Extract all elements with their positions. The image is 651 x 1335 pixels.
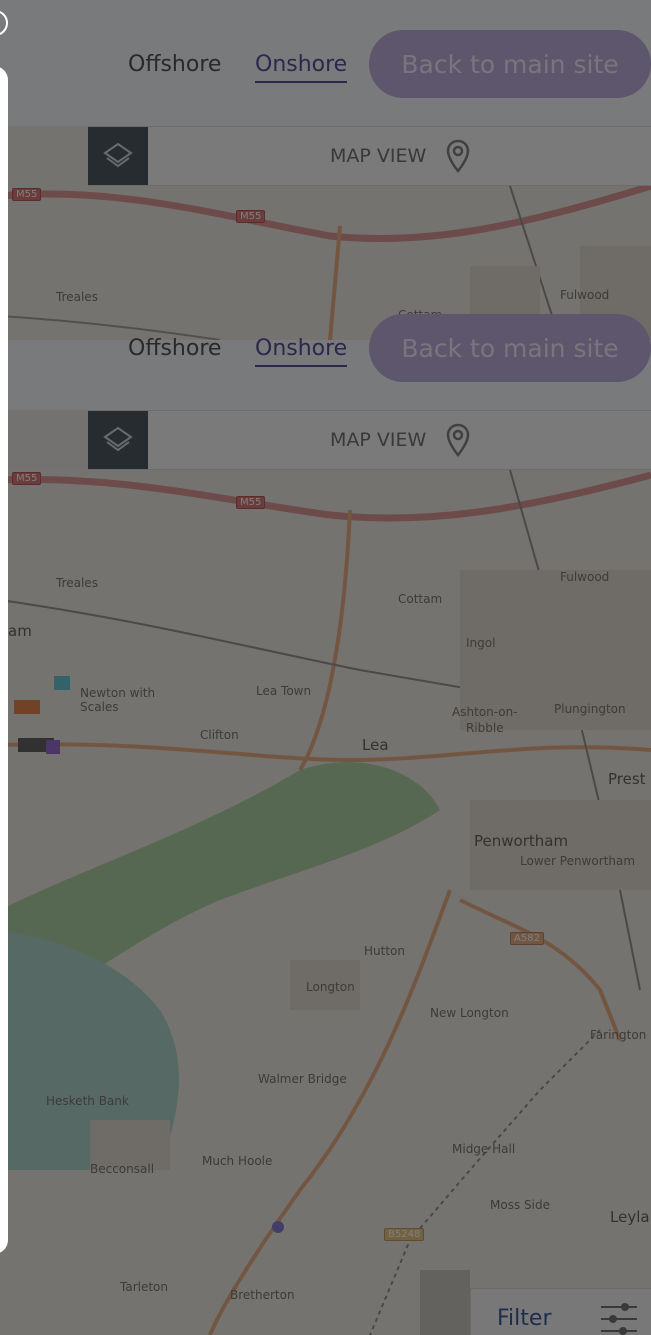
place-label: Tarleton <box>120 1280 168 1294</box>
map-pin-icon <box>446 139 470 173</box>
place-label: Prest <box>608 770 646 788</box>
place-label: Lea Town <box>256 684 312 698</box>
place-label: Plungington <box>554 702 626 716</box>
header-top: Offshore Onshore Back to main site <box>0 0 651 126</box>
road-label: M55 <box>12 188 42 201</box>
layers-icon <box>103 426 133 452</box>
place-label: Walmer Bridge <box>258 1072 347 1086</box>
place-label: Midge Hall <box>452 1142 516 1156</box>
road-label: A582 <box>510 932 544 945</box>
road-label: M55 <box>12 472 42 485</box>
place-label: Clifton <box>200 728 239 742</box>
back-to-main-site-button[interactable]: Back to main site <box>369 30 651 98</box>
nav-onshore[interactable]: Onshore <box>255 52 348 83</box>
place-label: Lower Penwortham <box>520 854 636 868</box>
place-label: Hutton <box>364 944 405 958</box>
place-label: Newton with Scales <box>80 686 156 714</box>
place-label: Leyla <box>610 1208 650 1226</box>
place-label: Moss Side <box>490 1198 550 1212</box>
place-label: Lea <box>362 736 389 754</box>
place-label: Becconsall <box>90 1162 155 1176</box>
map-main[interactable]: M55 M55 Treales Cottam Fulwood Ingol am … <box>0 470 651 1335</box>
place-label: Treales <box>56 290 98 304</box>
place-label: Fulwood <box>560 288 610 302</box>
place-label: Treales <box>56 576 98 590</box>
layers-button[interactable] <box>88 127 148 185</box>
place-label: Penwortham <box>474 832 569 850</box>
place-label: Cottam <box>398 592 443 606</box>
side-drawer[interactable] <box>0 66 8 1254</box>
road-label: B5248 <box>384 1228 425 1241</box>
map-view-bar-top: MAP VIEW <box>88 126 651 186</box>
layers-icon <box>103 142 133 168</box>
nav-offshore[interactable]: Offshore <box>128 52 221 77</box>
map-view-bar-main: MAP VIEW <box>88 410 651 470</box>
place-label: New Longton <box>430 1006 509 1020</box>
place-label: Longton <box>306 980 355 994</box>
place-label: Much Hoole <box>202 1154 273 1168</box>
place-label: Bretherton <box>230 1288 295 1302</box>
map-pin-icon <box>446 423 470 457</box>
road-label: M55 <box>236 210 266 223</box>
back-to-main-site-button[interactable]: Back to main site <box>369 314 651 382</box>
place-label: am <box>8 622 32 640</box>
map-view-label: MAP VIEW <box>330 429 427 451</box>
sliders-icon <box>601 1303 637 1335</box>
place-label: Farington <box>590 1028 647 1042</box>
filter-bar[interactable]: Filter <box>470 1288 651 1335</box>
place-label: Hesketh Bank <box>46 1094 129 1108</box>
place-label: Ashton-on- Ribble <box>452 705 518 735</box>
map-view-label: MAP VIEW <box>330 145 427 167</box>
place-label: Fulwood <box>560 570 610 584</box>
nav-onshore[interactable]: Onshore <box>255 336 348 367</box>
header-main: Offshore Onshore Back to main site <box>0 314 651 410</box>
filter-label: Filter <box>497 1306 552 1331</box>
place-label: Ingol <box>466 636 496 650</box>
road-label: M55 <box>236 496 266 509</box>
layers-button[interactable] <box>88 411 148 469</box>
nav-offshore[interactable]: Offshore <box>128 336 221 361</box>
